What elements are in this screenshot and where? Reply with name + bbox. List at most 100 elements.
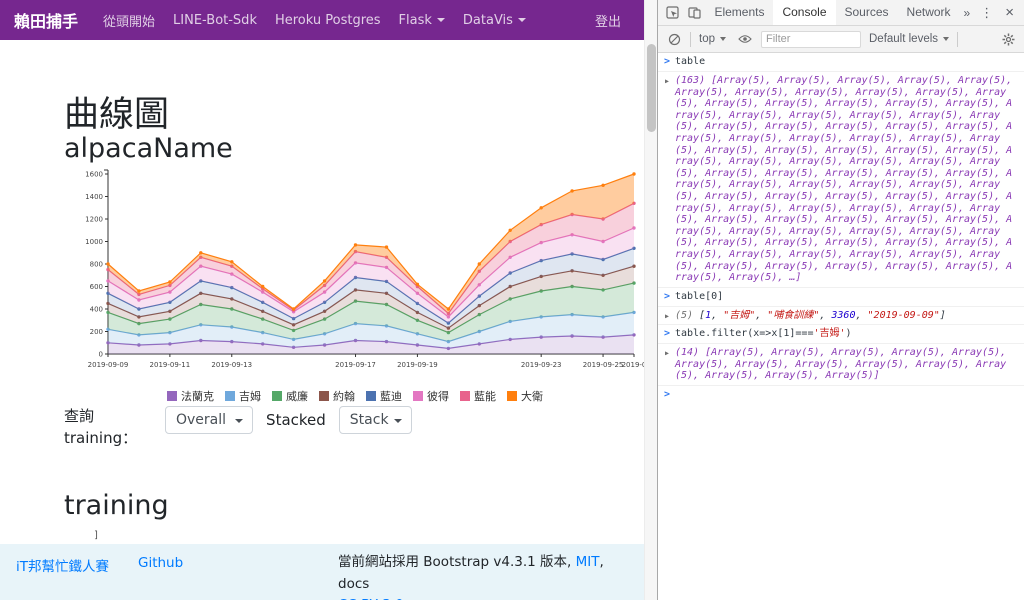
stacked-label: Stacked <box>266 411 326 429</box>
separator <box>957 31 959 47</box>
svg-text:2019-0: 2019-0 <box>622 361 644 369</box>
console-prompt-icon: > <box>663 328 671 340</box>
curve-chart: 0 200 400 600 800 1000 1200 1400 1600 2019-09-09 2… <box>66 164 644 382</box>
expand-caret-icon[interactable]: ▶ <box>662 347 672 357</box>
console-input-entry: > table <box>658 53 1024 72</box>
legend-label: 大衛 <box>521 390 543 403</box>
legend-swatch <box>366 391 376 401</box>
console-toolbar: top Default levels <box>658 26 1024 53</box>
console-result-entry: ▶ (14) [Array(5), Array(5), Array(5), Ar… <box>658 344 1024 387</box>
legend-swatch <box>225 391 235 401</box>
next-chart-axis-fragment: ] <box>94 530 98 541</box>
chevron-down-icon <box>720 37 726 41</box>
console-result-entry: ▶ (163) [Array(5), Array(5), Array(5), A… <box>658 72 1024 288</box>
nav-item-linebot[interactable]: LINE-Bot-Sdk <box>164 13 266 28</box>
legend-swatch <box>507 391 517 401</box>
console-command: table[0] <box>675 290 724 302</box>
web-page: 賴田捕手 從頭開始 LINE-Bot-Sdk Heroku Postgres F… <box>0 0 644 600</box>
legend-label: 彼得 <box>427 390 449 403</box>
console-filter-input[interactable] <box>761 30 861 48</box>
chart-legend: 法蘭克 吉姆 威廉 約翰 藍迪 彼得 藍能 大衛 <box>66 388 644 404</box>
legend-label: 藍能 <box>474 390 496 403</box>
query-controls: 查詢 training： Overall Stacked Stack <box>64 406 412 450</box>
legend-swatch <box>319 391 329 401</box>
tab-network[interactable]: Network <box>898 0 960 25</box>
separator <box>690 31 691 47</box>
console-prompt-icon: > <box>663 290 671 302</box>
footer-link-github[interactable]: Github <box>138 555 183 571</box>
legend-label: 約翰 <box>333 390 355 403</box>
legend-item: 彼得 <box>413 388 449 404</box>
svg-text:2019-09-17: 2019-09-17 <box>335 361 376 369</box>
navbar-brand[interactable]: 賴田捕手 <box>14 8 78 32</box>
svg-text:2019-09-09: 2019-09-09 <box>88 361 129 369</box>
clear-console-icon[interactable] <box>663 27 685 51</box>
console-input-entry: > table.filter(x=>x[1]==='吉姆') <box>658 325 1024 345</box>
svg-text:0: 0 <box>99 351 103 359</box>
devtools-menu-icon[interactable]: ⋮ <box>974 5 999 21</box>
console-array-preview: (14) [Array(5), Array(5), Array(5), Arra… <box>675 347 1013 382</box>
console-array-values: (5) [1, "吉姆", "哺食訓練", 3360, "2019-09-09"… <box>675 309 946 321</box>
page-title: 曲線圖 <box>64 95 170 135</box>
nav-item-datavis[interactable]: DataVis <box>454 13 535 28</box>
legend-swatch <box>167 391 177 401</box>
nav-item-heroku[interactable]: Heroku Postgres <box>266 13 390 28</box>
nav-item-datavis-label: DataVis <box>462 12 513 28</box>
nav-item-logout[interactable]: 登出 <box>586 11 630 30</box>
device-toolbar-icon[interactable] <box>684 1 706 25</box>
nav-item-flask-label: Flask <box>398 12 432 28</box>
tab-sources[interactable]: Sources <box>836 0 898 25</box>
nav-item-flask[interactable]: Flask <box>390 13 454 28</box>
console-command: table.filter(x=>x[1]==='吉姆') <box>675 328 852 340</box>
expand-caret-icon[interactable]: ▶ <box>662 310 672 320</box>
legend-item: 法蘭克 <box>167 388 214 404</box>
expand-caret-icon[interactable]: ▶ <box>662 75 672 85</box>
navbar: 賴田捕手 從頭開始 LINE-Bot-Sdk Heroku Postgres F… <box>0 0 644 40</box>
legend-item: 吉姆 <box>225 388 261 404</box>
live-expression-eye-icon[interactable] <box>734 27 756 51</box>
context-selector[interactable]: top <box>696 33 729 45</box>
svg-text:800: 800 <box>90 261 103 269</box>
legend-label: 威廉 <box>286 390 308 403</box>
chevron-down-icon <box>393 419 402 423</box>
svg-text:2019-09-25: 2019-09-25 <box>583 361 624 369</box>
legend-item: 藍能 <box>460 388 496 404</box>
console-prompt-entry[interactable]: > <box>658 386 1024 404</box>
log-levels-select[interactable]: Default levels <box>866 33 952 45</box>
svg-text:2019-09-13: 2019-09-13 <box>211 361 252 369</box>
console-output: > table ▶ (163) [Array(5), Array(5), Arr… <box>658 53 1024 404</box>
overall-select-value: Overall <box>176 412 227 428</box>
stack-select[interactable]: Stack <box>338 406 412 434</box>
more-tabs-icon[interactable]: » <box>960 6 975 20</box>
devtools-close-icon[interactable]: × <box>999 4 1020 21</box>
console-settings-gear-icon[interactable] <box>997 27 1019 51</box>
legend-item: 大衛 <box>507 388 543 404</box>
footer-text: 當前網站採用 Bootstrap v4.3.1 版本, <box>338 554 576 570</box>
devtools-tabbar: Elements Console Sources Network » ⋮ × <box>658 0 1024 26</box>
footer-link-mit[interactable]: MIT <box>576 554 600 570</box>
context-selector-value: top <box>699 33 715 45</box>
legend-item: 威廉 <box>272 388 308 404</box>
console-command: table <box>675 56 706 67</box>
inspect-element-icon[interactable] <box>662 1 684 25</box>
log-levels-value: Default levels <box>869 33 939 45</box>
legend-swatch <box>460 391 470 401</box>
nav-item-start[interactable]: 從頭開始 <box>94 11 164 30</box>
chart-subtitle: alpacaName <box>64 133 233 164</box>
overall-select[interactable]: Overall <box>165 406 254 434</box>
tab-elements[interactable]: Elements <box>705 0 773 25</box>
svg-text:1400: 1400 <box>85 193 103 201</box>
svg-text:400: 400 <box>90 306 103 314</box>
footer-link-ithelp[interactable]: iT邦幫忙鐵人賽 <box>16 555 109 575</box>
tab-console[interactable]: Console <box>773 0 836 25</box>
console-input-entry: > table[0] <box>658 288 1024 307</box>
svg-text:1000: 1000 <box>85 238 103 246</box>
svg-text:1600: 1600 <box>85 171 103 179</box>
scrollbar-thumb[interactable] <box>647 44 656 132</box>
curve-chart-svg: 0 200 400 600 800 1000 1200 1400 1600 2019-09-09 2… <box>85 169 644 369</box>
page-scrollbar <box>644 0 657 600</box>
legend-item: 約翰 <box>319 388 355 404</box>
console-result-entry: ▶ (5) [1, "吉姆", "哺食訓練", 3360, "2019-09-0… <box>658 307 1024 326</box>
devtools-panel: Elements Console Sources Network » ⋮ × t… <box>657 0 1024 600</box>
query-label: 查詢 training： <box>64 407 138 447</box>
